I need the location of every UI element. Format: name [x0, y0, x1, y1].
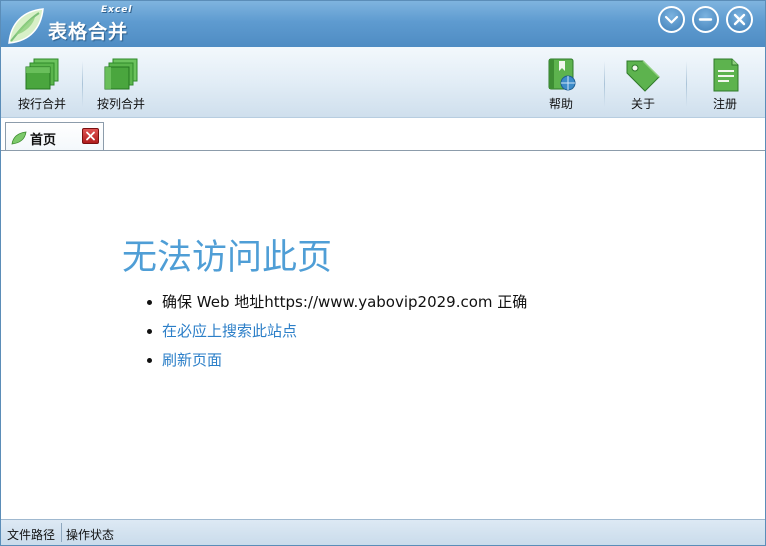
toolbar: 按行合并 按列合并 帮助 关于 注册: [1, 47, 765, 118]
list-item: 刷新页面: [141, 349, 527, 378]
error-title: 无法访问此页: [122, 238, 333, 278]
about-button[interactable]: 关于: [608, 57, 678, 115]
help-label: 帮助: [548, 97, 573, 111]
operation-status: 操作状态: [66, 528, 115, 542]
list-item: 在必应上搜索此站点: [141, 320, 527, 349]
suggestion-list: 确保 Web 地址https://www.yabovip2029.com 正确 …: [141, 291, 527, 378]
tab-close-button[interactable]: [82, 128, 99, 144]
app-window: Excel 表格合并 按行合并 按列合并 帮助 关于 注册 首页 无法访问此页 …: [0, 0, 766, 546]
close-icon: [733, 13, 746, 26]
title-bar[interactable]: Excel 表格合并: [1, 1, 765, 47]
minimize-button[interactable]: [692, 6, 719, 33]
merge-cols-button[interactable]: 按列合并: [86, 57, 156, 115]
register-button[interactable]: 注册: [690, 57, 760, 115]
correct-text: 正确: [492, 293, 528, 311]
merge-rows-button[interactable]: 按行合并: [7, 57, 77, 115]
app-title: 表格合并: [48, 21, 129, 43]
stacked-sheets-icon: [104, 58, 138, 90]
app-subtitle: Excel: [101, 5, 133, 15]
merge-cols-label: 按列合并: [96, 97, 145, 111]
stacked-sheets-icon: [25, 58, 59, 90]
about-label: 关于: [630, 97, 655, 111]
tab-home[interactable]: 首页: [5, 122, 104, 150]
merge-rows-label: 按行合并: [17, 97, 66, 111]
close-button[interactable]: [726, 6, 753, 33]
file-path-status: 文件路径: [7, 528, 56, 542]
register-label: 注册: [712, 97, 737, 111]
refresh-page-link[interactable]: 刷新页面: [162, 351, 222, 369]
list-item: 确保 Web 地址https://www.yabovip2029.com 正确: [141, 291, 527, 320]
tab-label: 首页: [30, 133, 57, 148]
url-text: https://www.yabovip2029.com: [264, 293, 493, 311]
browser-content: 无法访问此页 确保 Web 地址https://www.yabovip2029.…: [1, 151, 765, 519]
status-separator: [61, 523, 62, 542]
tag-icon: [626, 60, 660, 92]
leaf-logo-icon: [8, 8, 44, 44]
toolbar-separator: [686, 61, 687, 107]
check-url-text: 确保 Web 地址: [162, 293, 265, 311]
help-book-icon: [548, 58, 576, 91]
status-bar: 文件路径 操作状态: [1, 519, 765, 545]
toolbar-separator: [82, 61, 83, 107]
tab-strip: 首页: [1, 118, 765, 151]
dropdown-button[interactable]: [658, 6, 685, 33]
document-icon: [713, 58, 739, 92]
chevron-down-icon: [664, 15, 679, 24]
search-bing-link[interactable]: 在必应上搜索此站点: [162, 322, 297, 340]
close-icon: [86, 131, 95, 141]
minimize-icon: [698, 18, 713, 21]
leaf-icon: [11, 131, 27, 145]
toolbar-separator: [604, 61, 605, 107]
help-button[interactable]: 帮助: [526, 57, 596, 115]
